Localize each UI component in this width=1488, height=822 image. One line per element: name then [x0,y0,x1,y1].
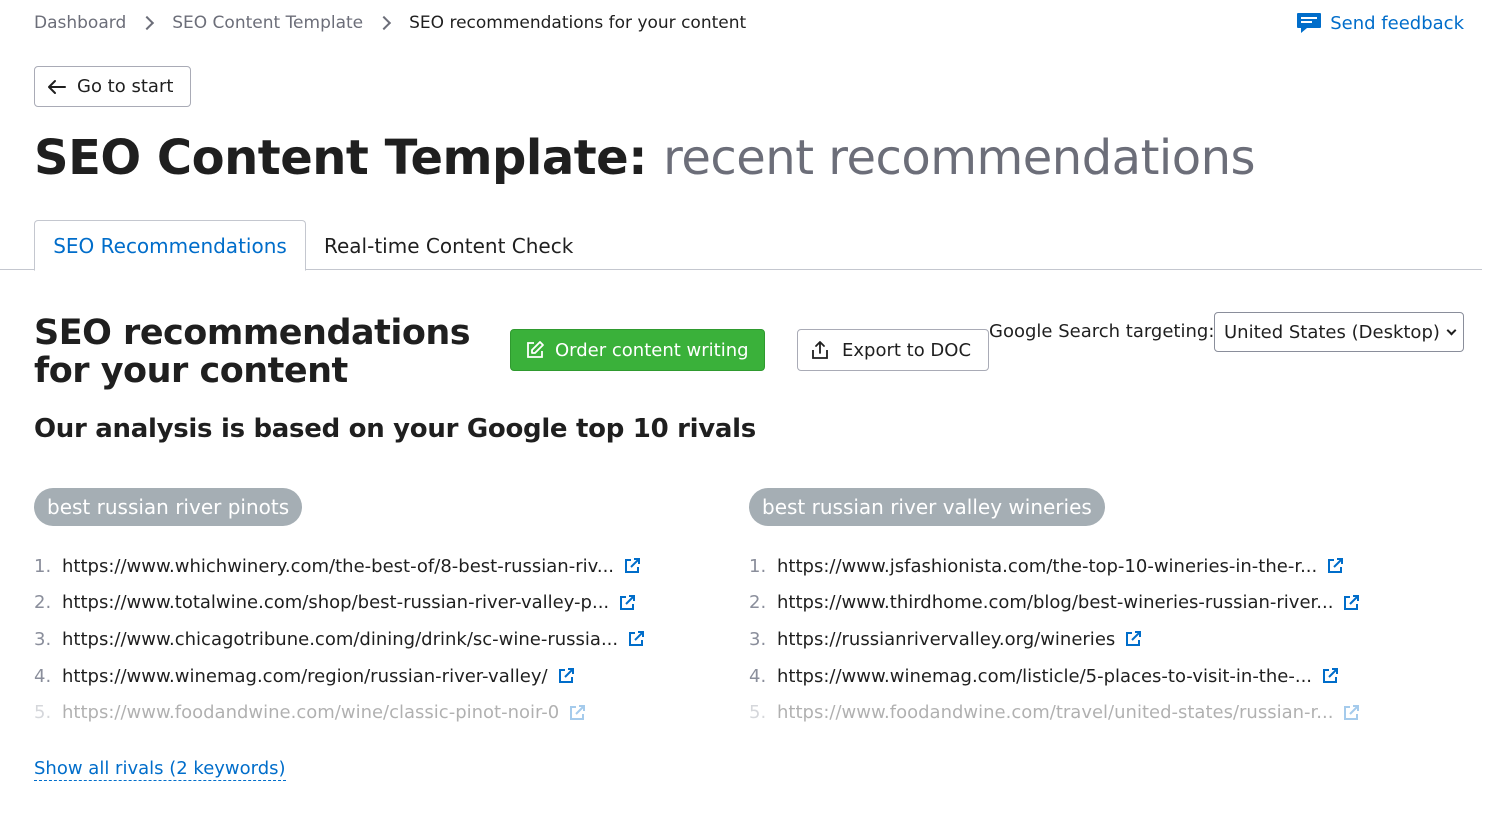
chevron-right-icon [377,15,392,31]
comment-icon [1297,13,1322,33]
page-title: SEO Content Template: recent recommendat… [34,130,1256,186]
rival-item: 2. https://www.totalwine.com/shop/best-r… [34,585,724,622]
breadcrumb-dashboard[interactable]: Dashboard [34,13,126,33]
arrow-left-icon [48,79,66,94]
rival-url: https://www.winemag.com/region/russian-r… [62,665,548,687]
rival-list: 1. https://www.whichwinery.com/the-best-… [34,548,724,731]
rival-item: 2. https://www.thirdhome.com/blog/best-w… [749,585,1439,622]
external-link-icon[interactable] [623,557,641,575]
rival-number: 4. [749,665,767,687]
external-link-icon[interactable] [1342,704,1360,722]
rival-number: 3. [749,628,767,650]
rival-item: 3. https://www.chicagotribune.com/dining… [34,621,724,658]
export-to-doc-label: Export to DOC [842,339,972,361]
rival-url: https://www.whichwinery.com/the-best-of/… [62,555,615,577]
rival-item: 4. https://www.winemag.com/listicle/5-pl… [749,658,1439,695]
tab-real-time-content-check[interactable]: Real-time Content Check [324,220,573,271]
tab-bar: SEO Recommendations Real-time Content Ch… [0,220,1482,271]
rival-number: 1. [749,555,767,577]
go-to-start-label: Go to start [77,76,174,97]
rival-url: https://www.winemag.com/listicle/5-place… [777,665,1313,687]
page-title-sub: recent recommendations [663,130,1256,186]
rival-url: https://www.jsfashionista.com/the-top-10… [777,555,1318,577]
targeting-select[interactable]: United States (Desktop) [1214,312,1464,352]
external-link-icon[interactable] [618,594,636,612]
targeting-value: United States (Desktop) [1224,321,1440,343]
rival-item: 5. https://www.foodandwine.com/wine/clas… [34,694,724,731]
rival-number: 5. [34,702,52,724]
rival-url: https://www.foodandwine.com/wine/classic… [62,702,560,724]
external-link-icon[interactable] [1326,557,1344,575]
external-link-icon[interactable] [627,630,645,648]
rival-number: 2. [34,592,52,614]
rival-url: https://www.totalwine.com/shop/best-russ… [62,592,610,614]
external-link-icon[interactable] [1321,667,1339,685]
rival-url: https://www.foodandwine.com/travel/unite… [777,702,1334,724]
rival-url: https://www.chicagotribune.com/dining/dr… [62,628,619,650]
rival-item: 1. https://www.jsfashionista.com/the-top… [749,548,1439,585]
breadcrumb: Dashboard SEO Content Template SEO recom… [34,10,746,36]
external-link-icon[interactable] [1124,630,1142,648]
edit-icon [527,341,544,358]
external-link-icon[interactable] [1342,594,1360,612]
rival-list: 1. https://www.jsfashionista.com/the-top… [749,548,1439,731]
external-link-icon[interactable] [568,704,586,722]
export-icon [812,341,828,359]
rival-number: 1. [34,555,52,577]
order-content-writing-button[interactable]: Order content writing [510,329,765,371]
targeting-label: Google Search targeting: [989,321,1215,342]
send-feedback-link[interactable]: Send feedback [1296,12,1464,34]
rival-number: 4. [34,665,52,687]
keyword-column: best russian river valley wineries 1. ht… [749,488,1439,731]
rival-item: 5. https://www.foodandwine.com/travel/un… [749,694,1439,731]
rival-number: 3. [34,628,52,650]
rival-item: 1. https://www.whichwinery.com/the-best-… [34,548,724,585]
page-title-main: SEO Content Template: [34,130,647,186]
section-title: SEO recommendations for your content [34,313,471,391]
rival-number: 5. [749,702,767,724]
chevron-down-icon [1446,325,1457,335]
tab-seo-recommendations[interactable]: SEO Recommendations [34,220,306,271]
show-all-rivals-link[interactable]: Show all rivals (2 keywords) [34,758,286,781]
rival-item: 3. https://russianrivervalley.org/wineri… [749,621,1439,658]
chevron-right-icon [140,15,155,31]
keyword-pill: best russian river pinots [34,488,303,526]
rival-number: 2. [749,592,767,614]
go-to-start-button[interactable]: Go to start [34,66,191,107]
keyword-column: best russian river pinots 1. https://www… [34,488,724,731]
breadcrumb-seo-content-template[interactable]: SEO Content Template [172,13,363,33]
send-feedback-label: Send feedback [1330,12,1464,34]
rival-url: https://russianrivervalley.org/wineries [777,628,1116,650]
external-link-icon[interactable] [557,667,575,685]
order-content-writing-label: Order content writing [555,339,749,361]
keyword-pill: best russian river valley wineries [749,488,1105,526]
analysis-heading: Our analysis is based on your Google top… [34,414,756,444]
breadcrumb-current: SEO recommendations for your content [409,13,747,33]
rival-url: https://www.thirdhome.com/blog/best-wine… [777,592,1334,614]
rival-item: 4. https://www.winemag.com/region/russia… [34,658,724,695]
export-to-doc-button[interactable]: Export to DOC [797,329,989,371]
